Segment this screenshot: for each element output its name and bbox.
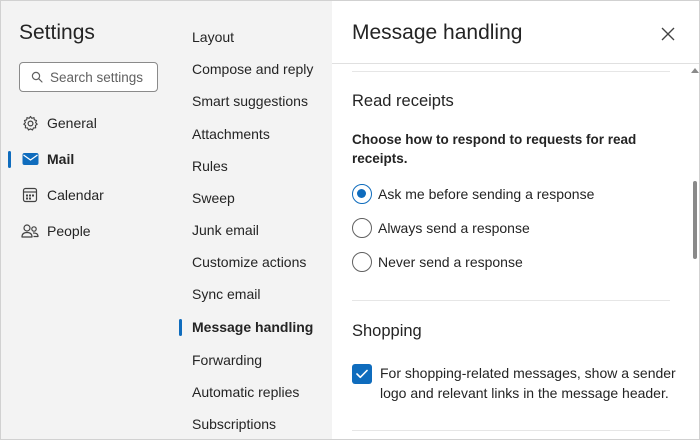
scroll-up-arrow-icon[interactable]	[691, 68, 699, 73]
checkbox-checked[interactable]	[352, 364, 372, 384]
menu-item-rules[interactable]: Rules	[192, 158, 228, 174]
settings-title: Settings	[19, 21, 95, 44]
menu-item-sweep[interactable]: Sweep	[192, 190, 235, 206]
nav-label-mail: Mail	[47, 151, 75, 167]
vertical-scrollbar[interactable]	[689, 64, 699, 439]
radio-never-send[interactable]: Never send a response	[352, 251, 523, 273]
menu-item-attachments[interactable]: Attachments	[192, 126, 270, 142]
calendar-icon	[21, 186, 39, 204]
radio-label: Ask me before sending a response	[378, 186, 595, 202]
radio-button[interactable]	[352, 252, 372, 272]
settings-nav-pane: Settings General Mail	[1, 1, 171, 439]
radio-button-checked[interactable]	[352, 184, 372, 204]
menu-item-layout[interactable]: Layout	[192, 29, 234, 45]
nav-item-general[interactable]: General	[1, 105, 171, 141]
settings-dialog: Settings General Mail	[0, 0, 700, 440]
radio-always-send[interactable]: Always send a response	[352, 217, 530, 239]
settings-nav: General Mail Calendar People	[1, 105, 171, 249]
message-handling-panel: Message handling Read receipts Choose ho…	[332, 1, 699, 439]
people-icon	[21, 222, 39, 240]
menu-item-message-handling[interactable]: Message handling	[192, 319, 313, 335]
menu-item-smart-suggestions[interactable]: Smart suggestions	[192, 93, 308, 109]
menu-item-customize-actions[interactable]: Customize actions	[192, 254, 306, 270]
radio-label: Always send a response	[378, 220, 530, 236]
nav-label-general: General	[47, 115, 97, 131]
menu-item-compose-and-reply[interactable]: Compose and reply	[192, 61, 313, 77]
nav-item-calendar[interactable]: Calendar	[1, 177, 171, 213]
read-receipts-heading: Read receipts	[352, 92, 454, 110]
close-button[interactable]	[656, 23, 680, 45]
menu-item-junk-email[interactable]: Junk email	[192, 222, 259, 238]
nav-item-people[interactable]: People	[1, 213, 171, 249]
nav-label-calendar: Calendar	[47, 187, 104, 203]
selected-indicator	[179, 319, 182, 336]
menu-item-subscriptions[interactable]: Subscriptions	[192, 416, 276, 432]
menu-item-automatic-replies[interactable]: Automatic replies	[192, 384, 299, 400]
radio-label: Never send a response	[378, 254, 523, 270]
mail-icon	[21, 150, 39, 168]
mail-settings-menu: Layout Compose and reply Smart suggestio…	[171, 1, 332, 439]
checkbox-label: For shopping-related messages, show a se…	[380, 365, 676, 401]
search-input[interactable]	[50, 69, 150, 85]
checkmark-icon	[356, 369, 368, 379]
search-box[interactable]	[19, 62, 158, 92]
settings-content: Read receipts Choose how to respond to r…	[332, 64, 699, 439]
menu-item-sync-email[interactable]: Sync email	[192, 286, 260, 302]
radio-button[interactable]	[352, 218, 372, 238]
search-icon	[30, 70, 44, 84]
section-divider	[352, 430, 670, 431]
section-divider	[352, 300, 670, 301]
menu-item-forwarding[interactable]: Forwarding	[192, 352, 262, 368]
close-icon	[661, 27, 675, 41]
section-divider	[352, 71, 670, 72]
shopping-heading: Shopping	[352, 322, 422, 340]
read-receipts-description: Choose how to respond to requests for re…	[352, 132, 637, 166]
page-title: Message handling	[352, 21, 523, 44]
gear-icon	[21, 114, 39, 132]
radio-ask-before-sending[interactable]: Ask me before sending a response	[352, 183, 594, 205]
nav-label-people: People	[47, 223, 91, 239]
nav-item-mail[interactable]: Mail	[1, 141, 171, 177]
scroll-thumb[interactable]	[693, 181, 697, 259]
shopping-logo-checkbox-row[interactable]: For shopping-related messages, show a se…	[352, 363, 682, 403]
